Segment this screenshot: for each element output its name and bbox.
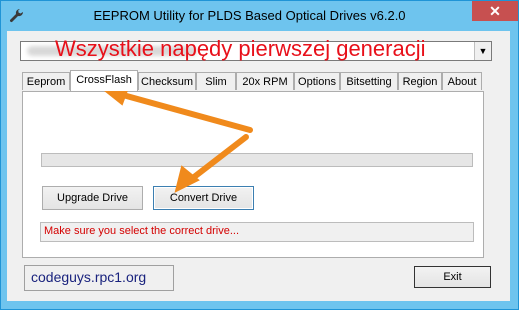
tab-crossflash[interactable]: CrossFlash [70,70,138,91]
arrow-to-crossflash-tab [109,89,253,133]
arrow-head-convert [174,165,200,193]
annotation-arrows [99,80,253,193]
